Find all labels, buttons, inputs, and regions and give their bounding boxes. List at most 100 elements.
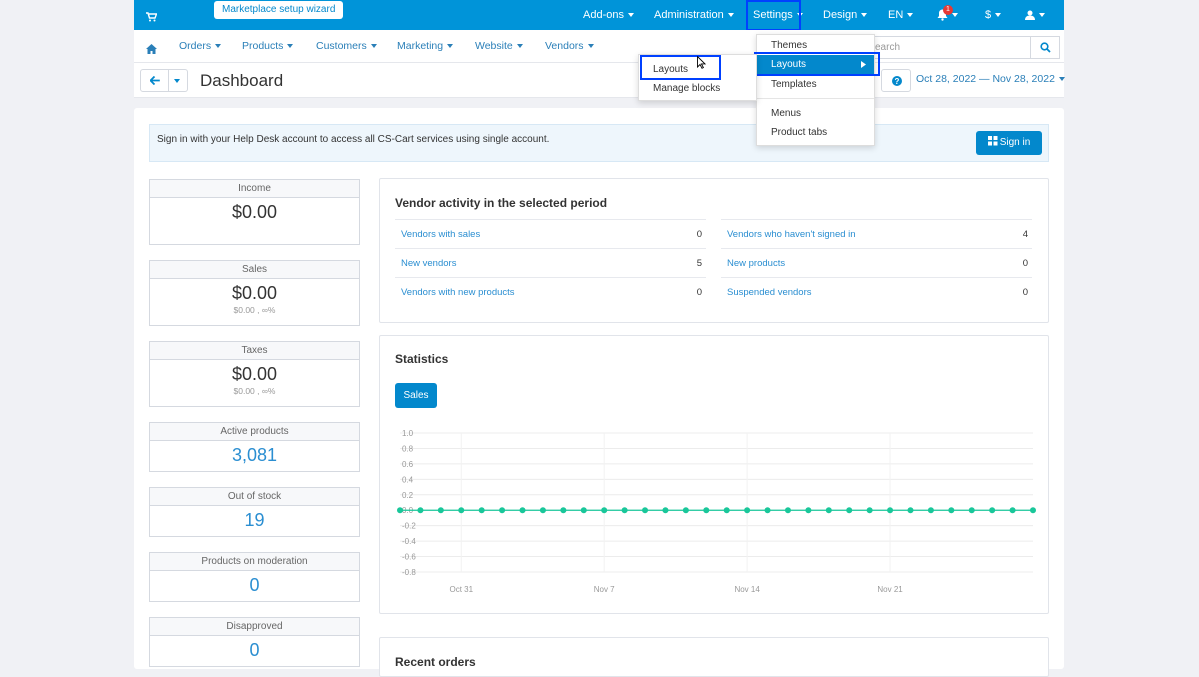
caret-down-icon [1058, 77, 1065, 82]
nav-vendors[interactable]: Vendors [545, 30, 594, 63]
nav-marketing[interactable]: Marketing [397, 30, 454, 63]
caret-down-icon [287, 44, 294, 49]
chart-x-tick-label: Nov 7 [594, 585, 615, 594]
chart-data-point [989, 507, 996, 514]
chart-data-point [682, 507, 689, 514]
nav-orders[interactable]: Orders [179, 30, 222, 63]
currency-label: $ [985, 9, 992, 21]
chart-data-point [825, 507, 832, 514]
vendor-activity-link[interactable]: Vendors who haven't signed in [727, 220, 856, 249]
arrow-left-icon [150, 76, 160, 85]
nav-products[interactable]: Products [242, 30, 294, 63]
chart-data-point [744, 507, 751, 514]
chart-data-point [397, 507, 403, 514]
recent-orders-title: Recent orders [395, 655, 476, 669]
nav-products-label: Products [242, 40, 284, 52]
user-icon [1025, 10, 1035, 21]
vendor-activity-row: Suspended vendors 0 [721, 277, 1032, 306]
language-menu[interactable]: EN [888, 0, 914, 30]
chart-data-point [805, 507, 812, 514]
vendor-activity-link[interactable]: Vendors with sales [401, 220, 480, 249]
helpdesk-signin-button[interactable]: Sign in [976, 131, 1042, 155]
currency-menu[interactable]: $ [985, 0, 1002, 30]
page-title: Dashboard [200, 71, 284, 90]
stat-income: Income $0.00 [149, 179, 360, 245]
chart-data-point [907, 507, 914, 514]
chart-y-tick-label: 0.4 [402, 475, 414, 484]
chart-y-tick-label: 0.6 [402, 460, 414, 469]
caret-down-icon [952, 13, 958, 18]
menu-item-templates[interactable]: Templates [757, 75, 874, 94]
caret-down-icon [447, 44, 454, 49]
question-icon: ? [892, 76, 902, 86]
nav-customers[interactable]: Customers [316, 30, 377, 63]
vendor-activity-row: Vendors with new products 0 [395, 277, 706, 306]
sales-tab[interactable]: Sales [395, 383, 437, 408]
chart-x-tick-label: Nov 21 [877, 585, 903, 594]
caret-down-icon [907, 13, 914, 18]
stat-taxes: Taxes $0.00 $0.00 , ∞% [149, 341, 360, 407]
vendor-activity-link[interactable]: New vendors [401, 249, 456, 278]
search-button[interactable] [1030, 36, 1060, 59]
design-label: Design [823, 9, 858, 21]
nav-website[interactable]: Website [475, 30, 523, 63]
chart-y-tick-label: -0.8 [402, 568, 416, 577]
addons-label: Add-ons [583, 9, 624, 21]
administration-menu[interactable]: Administration [654, 0, 734, 30]
chart-data-point [458, 507, 465, 514]
stat-value-link[interactable]: 0 [150, 640, 359, 661]
caret-down-icon [1039, 13, 1045, 18]
help-button[interactable]: ? [881, 69, 911, 92]
caret-down-icon [174, 79, 180, 83]
stat-label: Disapproved [150, 618, 359, 636]
date-range-picker[interactable]: Oct 28, 2022 — Nov 28, 2022 [916, 73, 1065, 85]
menu-item-product-tabs[interactable]: Product tabs [757, 123, 874, 142]
marketplace-wizard-button[interactable]: Marketplace setup wizard [214, 1, 344, 19]
stat-value-link[interactable]: 19 [150, 510, 359, 531]
user-menu[interactable] [1025, 0, 1045, 30]
stat-sales: Sales $0.00 $0.00 , ∞% [149, 260, 360, 326]
design-dropdown-menu: Themes Layouts Templates Menus Product t… [756, 34, 875, 146]
vendor-activity-row: Vendors who haven't signed in 4 [721, 219, 1032, 248]
chart-data-point [539, 507, 546, 514]
chart-data-point [662, 507, 669, 514]
stat-disapproved: Disapproved 0 [149, 617, 360, 667]
chart-data-point [1030, 507, 1036, 514]
caret-down-icon [727, 13, 734, 18]
chart-y-tick-label: -0.4 [402, 537, 416, 546]
grid-icon [987, 136, 998, 146]
stat-value-link[interactable]: 3,081 [150, 445, 359, 466]
recent-orders-panel [379, 637, 1049, 677]
chart-x-tick-label: Nov 14 [734, 585, 760, 594]
vendor-activity-link[interactable]: Vendors with new products [401, 278, 515, 307]
vendor-activity-link[interactable]: Suspended vendors [727, 278, 812, 307]
settings-highlight [746, 0, 801, 31]
chart-data-point [1009, 507, 1016, 514]
search-input[interactable] [868, 36, 1030, 59]
stat-value-link[interactable]: 0 [150, 575, 359, 596]
addons-menu[interactable]: Add-ons [583, 0, 634, 30]
chart-data-point [621, 507, 628, 514]
home-icon[interactable] [146, 41, 157, 59]
administration-label: Administration [654, 9, 724, 21]
back-button[interactable] [140, 69, 169, 92]
caret-down-icon [516, 44, 523, 49]
menu-item-menus[interactable]: Menus [757, 104, 874, 123]
chart-data-point [519, 507, 526, 514]
stat-sub: $0.00 , ∞% [233, 386, 276, 396]
caret-down-icon [995, 13, 1002, 18]
history-dropdown-button[interactable] [169, 69, 188, 92]
cart-icon[interactable] [146, 9, 158, 27]
submenu-item-manage-blocks[interactable]: Manage blocks [639, 79, 756, 98]
stat-active-products: Active products 3,081 [149, 422, 360, 472]
chart-data-point [723, 507, 730, 514]
sales-chart: 1.00.80.60.40.20.0-0.2-0.4-0.6-0.8Oct 31… [397, 429, 1036, 594]
vendor-activity-link[interactable]: New products [727, 249, 785, 278]
date-range-label: Oct 28, 2022 — Nov 28, 2022 [916, 73, 1055, 85]
notification-count-badge: 1 [943, 5, 953, 15]
helpdesk-text: Sign in with your Help Desk account to a… [157, 134, 550, 145]
design-menu[interactable]: Design [823, 0, 868, 30]
mouse-cursor-icon [697, 56, 706, 69]
chart-data-point [478, 507, 485, 514]
chart-y-tick-label: -0.6 [402, 553, 416, 562]
